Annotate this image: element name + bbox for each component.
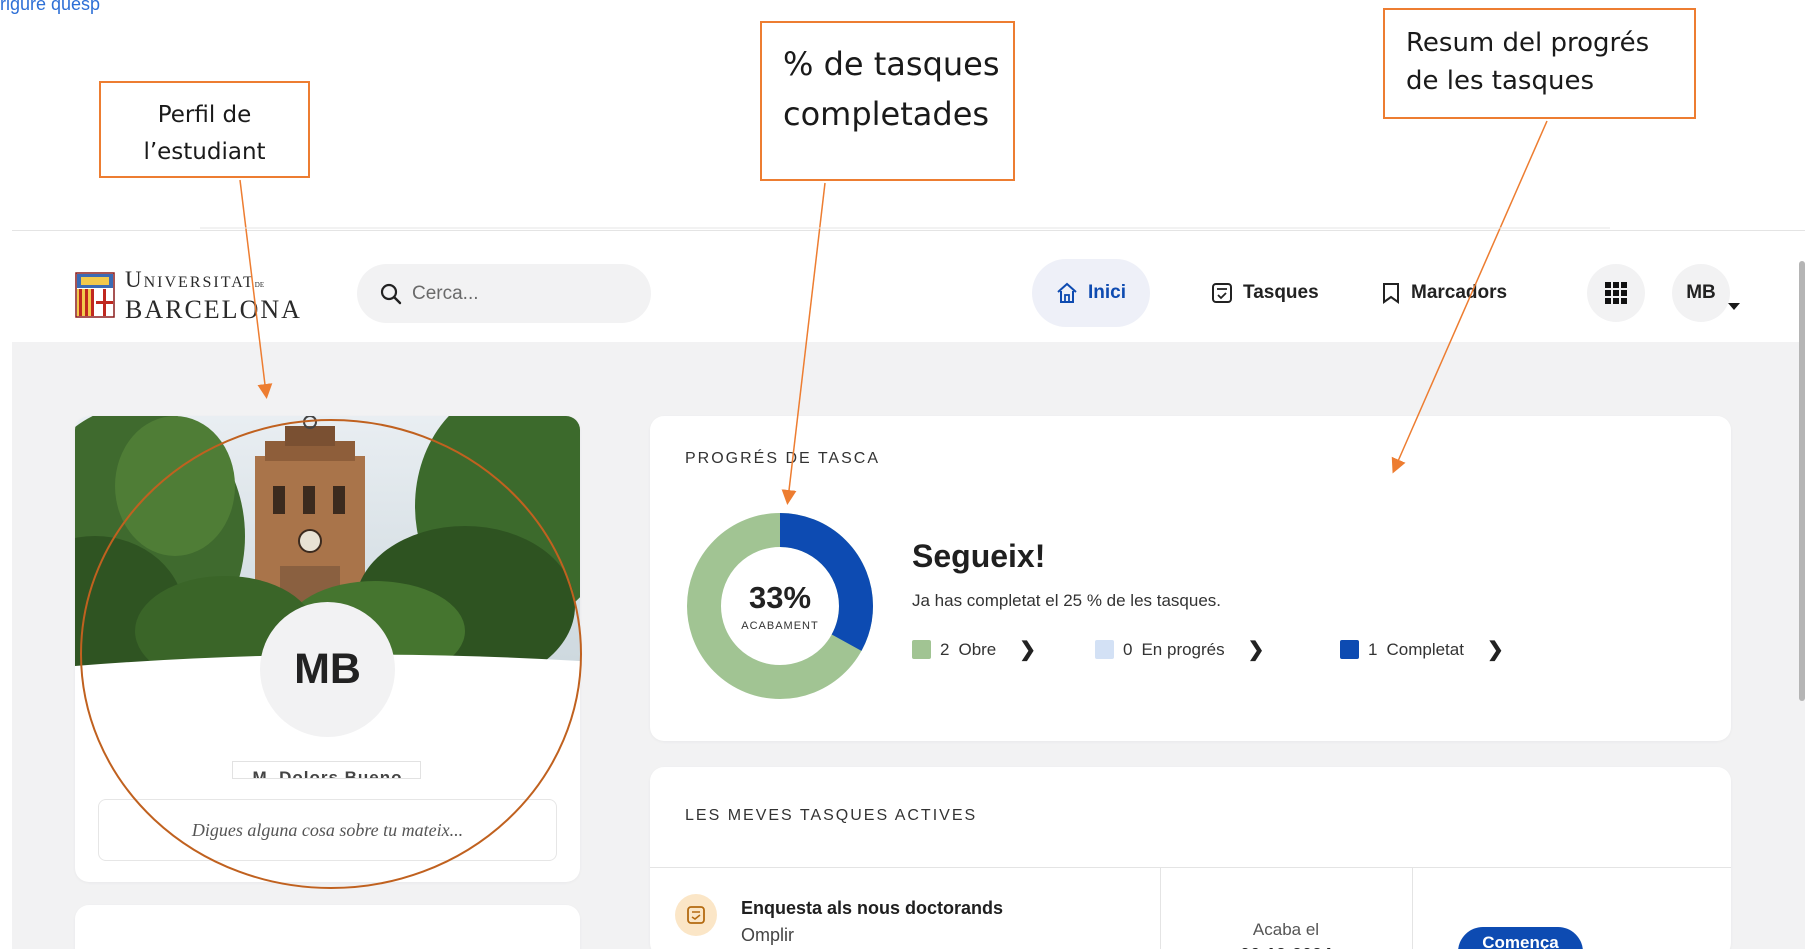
legend-in-progress-label: En progrés bbox=[1141, 639, 1225, 659]
active-tasks-card: LES MEVES TASQUES ACTIVES Enquesta als n… bbox=[650, 767, 1731, 949]
top-caption: rigure quesp bbox=[0, 0, 101, 14]
nav-marcadors[interactable]: Marcadors bbox=[1357, 259, 1531, 327]
divider bbox=[650, 867, 1731, 868]
completion-label: ACABAMENT bbox=[741, 620, 819, 632]
task-name[interactable]: Enquesta als nous doctorands bbox=[741, 898, 1003, 919]
tasks-icon bbox=[1212, 283, 1232, 303]
profile-card: MB M. Dolors Bueno Digues alguna cosa so… bbox=[75, 416, 580, 882]
annotation-percent-line2: completades bbox=[783, 95, 990, 133]
progress-headline: Segueix! bbox=[912, 538, 1046, 574]
legend-open[interactable]: 2 Obre ❯ bbox=[912, 637, 1036, 662]
annotation-profile-line1: Perfil de bbox=[157, 102, 252, 128]
chevron-right-icon: ❯ bbox=[1247, 639, 1265, 661]
chevron-right-icon: ❯ bbox=[1486, 639, 1504, 661]
profile-name-field[interactable]: M. Dolors Bueno bbox=[232, 761, 421, 779]
completion-percent: 33% bbox=[748, 580, 812, 615]
nav-inici-label: Inici bbox=[1088, 282, 1127, 303]
user-menu-avatar[interactable]: MB bbox=[1672, 264, 1730, 322]
legend-in-progress[interactable]: 0 En progrés ❯ bbox=[1095, 637, 1264, 662]
nav-tasques[interactable]: Tasques bbox=[1187, 259, 1343, 327]
logo-line2: BARCELONA bbox=[125, 295, 302, 324]
annotation-percent: % de tasques completades bbox=[760, 21, 1015, 181]
column-divider bbox=[1412, 868, 1413, 949]
caret-down-icon[interactable] bbox=[1728, 303, 1740, 310]
grid-icon bbox=[1605, 282, 1627, 304]
shield-logo-icon bbox=[75, 271, 115, 318]
legend-open-swatch bbox=[912, 640, 931, 659]
logo-line1: Universitat bbox=[125, 267, 255, 292]
nav-inici[interactable]: Inici bbox=[1032, 259, 1151, 327]
legend-completed-count: 1 bbox=[1368, 639, 1378, 659]
logo-line1-suffix: de bbox=[254, 279, 265, 290]
home-icon bbox=[1057, 282, 1077, 303]
legend-in-progress-swatch bbox=[1095, 640, 1114, 659]
due-date: 06-12-2024 bbox=[1160, 945, 1412, 949]
search-bar[interactable] bbox=[357, 264, 651, 323]
secondary-card bbox=[75, 905, 580, 949]
annotation-percent-line1: % de tasques bbox=[783, 45, 1000, 83]
annotation-summary: Resum del progrés de les tasques bbox=[1383, 8, 1696, 119]
tasks-title: LES MEVES TASQUES ACTIVES bbox=[685, 807, 978, 824]
legend-open-label: Obre bbox=[958, 639, 997, 659]
top-navigation-bar: Universitatde BARCELONA Inici Tasques Ma… bbox=[12, 230, 1805, 701]
profile-name: M. Dolors Bueno bbox=[252, 768, 403, 779]
legend-open-count: 2 bbox=[940, 639, 950, 659]
annotation-profile-line2: l’estudiant bbox=[143, 139, 266, 165]
app-window: Universitatde BARCELONA Inici Tasques Ma… bbox=[12, 230, 1805, 949]
progress-title: PROGRÉS DE TASCA bbox=[685, 450, 880, 467]
search-icon bbox=[380, 283, 402, 304]
annotation-summary-line1: Resum del progrés bbox=[1406, 28, 1650, 58]
legend-in-progress-count: 0 bbox=[1123, 639, 1133, 659]
university-logo[interactable]: Universitatde BARCELONA bbox=[75, 267, 302, 324]
annotation-summary-line2: de les tasques bbox=[1406, 66, 1594, 96]
legend-completed[interactable]: 1 Completat ❯ bbox=[1340, 637, 1504, 662]
legend-completed-label: Completat bbox=[1386, 639, 1464, 659]
due-label: Acaba el bbox=[1252, 920, 1320, 939]
nav-marcadors-label: Marcadors bbox=[1411, 282, 1508, 303]
search-input[interactable] bbox=[412, 282, 612, 305]
screenshot-stage: rigure quesp Universitatde BARCELONA Cer… bbox=[0, 0, 1805, 949]
profile-avatar: MB bbox=[260, 602, 395, 737]
bookmark-icon bbox=[1383, 283, 1399, 304]
donut-center: 33% ACABAMENT bbox=[685, 511, 875, 701]
chevron-right-icon: ❯ bbox=[1019, 639, 1037, 661]
bio-field[interactable]: Digues alguna cosa sobre tu mateix... bbox=[98, 799, 557, 861]
task-subtitle: Omplir bbox=[741, 925, 794, 945]
page-scrollbar[interactable] bbox=[1799, 261, 1805, 701]
start-task-button[interactable]: Comença bbox=[1458, 927, 1583, 949]
legend-completed-swatch bbox=[1340, 640, 1359, 659]
progress-subline: Ja has completat el 25 % de les tasques. bbox=[912, 591, 1222, 610]
apps-grid-button[interactable] bbox=[1587, 264, 1645, 322]
logo-text: Universitatde BARCELONA bbox=[125, 267, 302, 324]
task-progress-card: PROGRÉS DE TASCA 33% ACABAMENT Segueix! … bbox=[650, 416, 1731, 741]
nav-tasques-label: Tasques bbox=[1243, 282, 1319, 303]
annotation-profile: Perfil de l’estudiant bbox=[99, 81, 310, 178]
survey-icon bbox=[675, 894, 717, 936]
